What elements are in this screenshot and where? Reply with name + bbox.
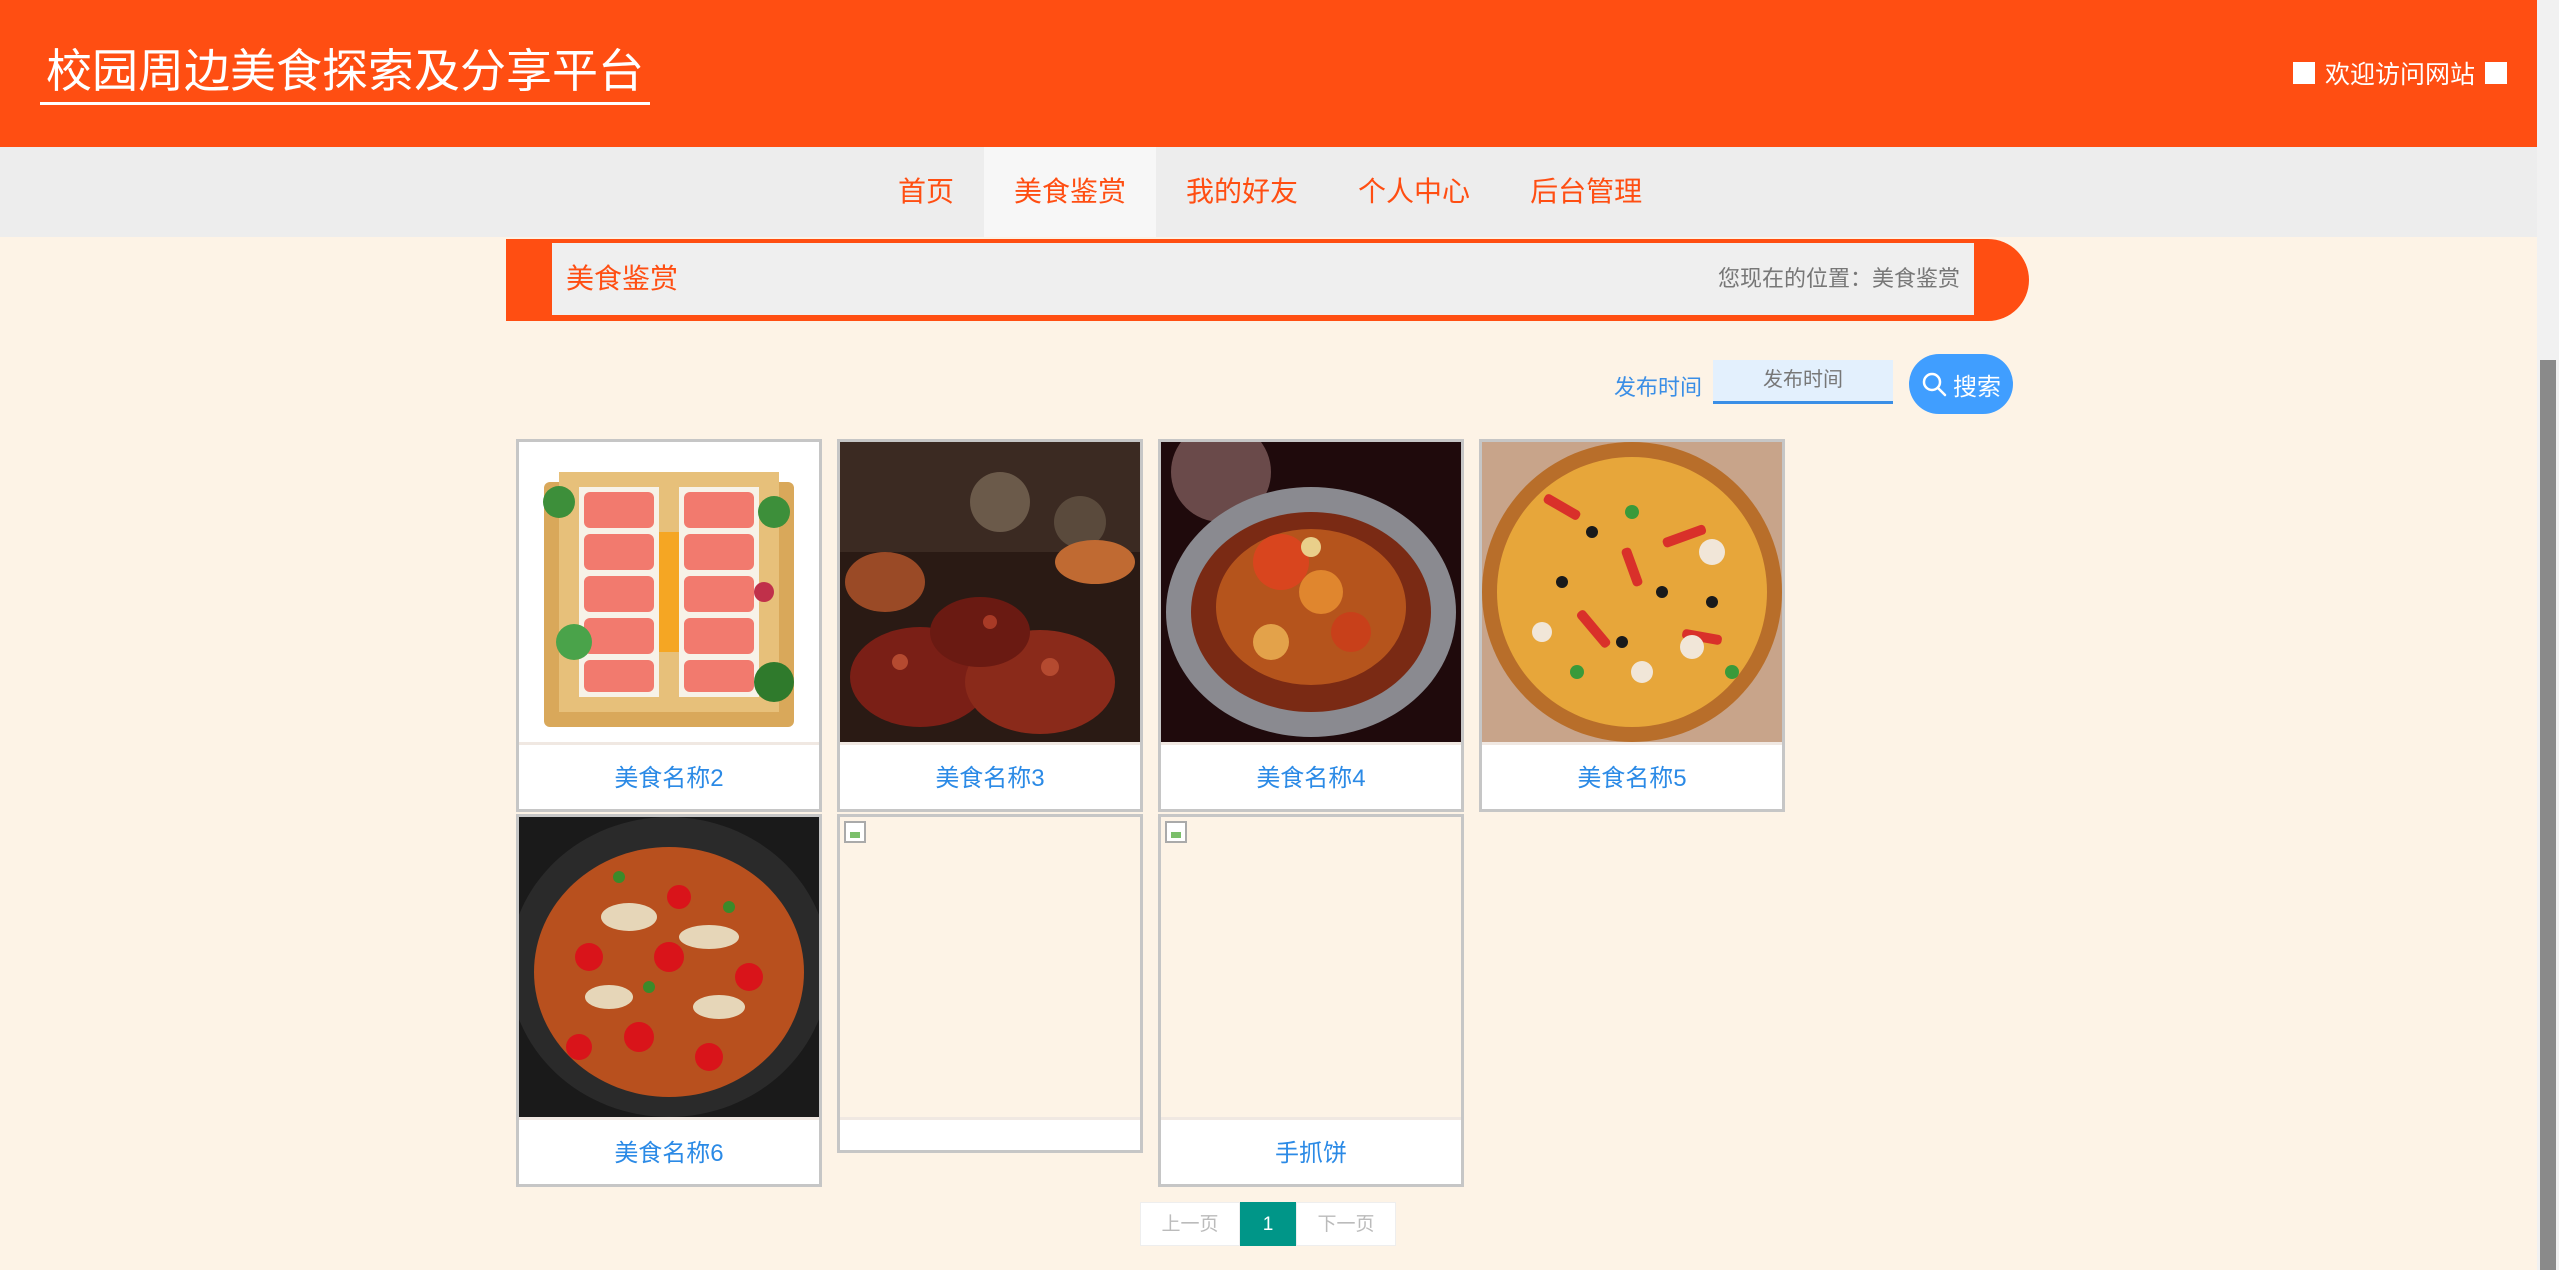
- prev-page-button[interactable]: 上一页: [1140, 1202, 1240, 1246]
- site-header: 校园周边美食探索及分享平台 欢迎访问网站: [0, 0, 2537, 147]
- square-icon: [2485, 62, 2507, 84]
- site-title[interactable]: 校园周边美食探索及分享平台: [40, 40, 650, 105]
- food-name[interactable]: 美食名称3: [840, 742, 1140, 812]
- search-icon: [1922, 372, 1947, 397]
- breadcrumb: 您现在的位置：美食鉴赏: [1717, 266, 1960, 291]
- food-card[interactable]: 美食名称2: [516, 439, 822, 812]
- pagination: 上一页 1 下一页: [1140, 1202, 1396, 1246]
- page-title: 美食鉴赏: [566, 263, 679, 294]
- food-name[interactable]: 美食名称5: [1482, 742, 1782, 812]
- food-name[interactable]: 美食名称6: [519, 1117, 819, 1187]
- food-image-pizza[interactable]: [1482, 442, 1782, 742]
- food-image-sashimi[interactable]: [519, 442, 819, 742]
- food-image-crab-pot[interactable]: [1161, 442, 1461, 742]
- nav-item-profile[interactable]: 个人中心: [1328, 147, 1500, 237]
- breadcrumb-bar: 美食鉴赏 您现在的位置：美食鉴赏: [506, 239, 2029, 321]
- publish-time-input[interactable]: [1713, 360, 1893, 404]
- search-button[interactable]: 搜索: [1909, 354, 2013, 414]
- main-nav: 首页 美食鉴赏 我的好友 个人中心 后台管理: [0, 147, 2537, 237]
- welcome-banner: 欢迎访问网站: [2292, 55, 2507, 91]
- food-card[interactable]: [837, 814, 1143, 1153]
- food-card[interactable]: 美食名称4: [1158, 439, 1464, 812]
- nav-item-admin[interactable]: 后台管理: [1500, 147, 1672, 237]
- food-name[interactable]: 美食名称2: [519, 742, 819, 812]
- food-card[interactable]: 美食名称5: [1479, 439, 1785, 812]
- search-label: 发布时间: [1614, 375, 1703, 400]
- food-card[interactable]: 手抓饼: [1158, 814, 1464, 1187]
- square-icon: [2292, 62, 2315, 84]
- food-name[interactable]: 手抓饼: [1161, 1117, 1461, 1187]
- food-name[interactable]: 美食名称4: [1161, 742, 1461, 812]
- page-number-button[interactable]: 1: [1240, 1202, 1296, 1246]
- broken-image[interactable]: [1161, 817, 1461, 1117]
- nav-item-home[interactable]: 首页: [868, 147, 984, 237]
- food-card[interactable]: 美食名称3: [837, 439, 1143, 812]
- broken-image[interactable]: [840, 817, 1140, 1117]
- scrollbar-thumb[interactable]: [2540, 360, 2556, 1270]
- food-image-spicy-stew[interactable]: [519, 817, 819, 1117]
- nav-item-friends[interactable]: 我的好友: [1156, 147, 1328, 237]
- nav-item-food-gallery[interactable]: 美食鉴赏: [984, 147, 1157, 237]
- broken-image-icon: [844, 821, 866, 843]
- food-card[interactable]: 美食名称6: [516, 814, 822, 1187]
- next-page-button[interactable]: 下一页: [1296, 1202, 1396, 1246]
- food-image-skewers[interactable]: [840, 442, 1140, 742]
- search-button-label: 搜索: [1953, 373, 2001, 401]
- broken-image-icon: [1165, 821, 1187, 843]
- food-name[interactable]: [840, 1117, 1140, 1153]
- welcome-text: 欢迎访问网站: [2324, 61, 2475, 89]
